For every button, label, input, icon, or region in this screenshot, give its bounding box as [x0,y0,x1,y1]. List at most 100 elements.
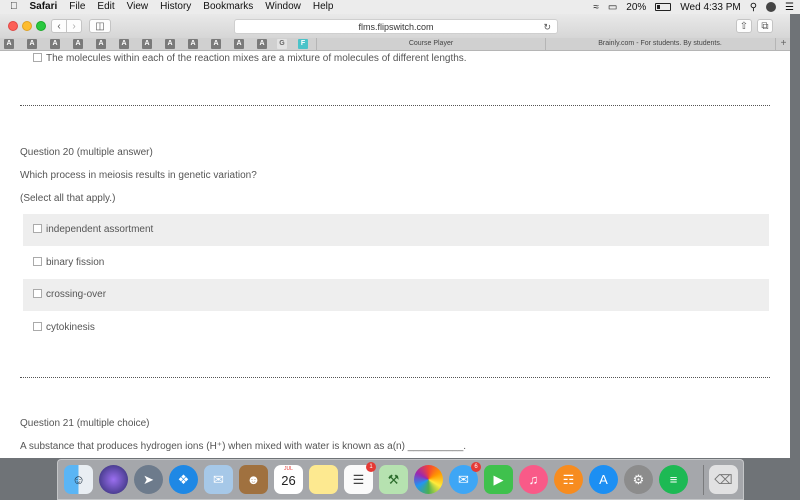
checkbox[interactable] [33,52,42,62]
sidebar-icon: ◫ [95,21,105,32]
safari-dock-icon[interactable]: ❖ [169,465,198,494]
reminders-badge: 1 [366,462,376,472]
question-divider [20,105,770,106]
app-store-icon[interactable]: A [589,465,618,494]
safari-window: ‹ › ◫ flms.flipswitch.com ↻ ⇧ ⧉ A A A A … [0,14,790,458]
apple-menu-icon[interactable]:  [0,0,24,14]
forward-button[interactable]: › [66,19,82,33]
calendar-month: JUL [284,466,293,472]
reminders-icon[interactable]: ☰ 1 [344,462,376,494]
menu-file[interactable]: File [63,0,91,14]
dock: ☺ ➤ ❖ ✉ ☻ JUL 26 ☰ 1 ⚒ ✉ 6 ▶ ♫ ☶ A ⚙ ≡ ⌫ [57,459,744,500]
close-window-button[interactable] [8,21,18,31]
spotlight-icon[interactable]: ⚲ [750,2,757,13]
battery-percent[interactable]: 20% [626,2,646,13]
finder-icon[interactable]: ☺ [64,465,93,494]
menu-edit[interactable]: Edit [91,0,120,14]
clock[interactable]: Wed 4:33 PM [680,2,740,13]
new-tab-button[interactable]: + [775,38,790,50]
previous-answer-option[interactable]: The molecules within each of the reactio… [33,52,467,64]
checkbox[interactable] [33,223,42,233]
sidebar-button[interactable]: ◫ [89,19,111,33]
notification-center-icon[interactable]: ☰ [785,2,794,13]
facetime-icon[interactable]: ▶ [484,465,513,494]
menu-view[interactable]: View [121,0,155,14]
answer-option-independent-assortment[interactable]: independent assortment [23,214,769,246]
question-20-prompt: Which process in meiosis results in gene… [20,170,257,181]
web-content: The molecules within each of the reactio… [0,51,790,458]
answer-option-crossing-over[interactable]: crossing-over [23,279,769,311]
messages-badge: 6 [471,462,481,472]
battery-icon[interactable] [655,2,672,13]
favorite-google[interactable]: G [277,39,287,49]
contacts-icon[interactable]: ☻ [239,465,268,494]
favorite-bookmark-11[interactable]: A [234,39,244,49]
browser-toolbar: ‹ › ◫ flms.flipswitch.com ↻ ⇧ ⧉ [0,14,790,39]
menu-window[interactable]: Window [259,0,307,14]
back-button[interactable]: ‹ [51,19,67,33]
menu-bookmarks[interactable]: Bookmarks [197,0,259,14]
calendar-icon[interactable]: JUL 26 [274,465,303,494]
trash-icon[interactable]: ⌫ [709,465,738,494]
minimize-window-button[interactable] [22,21,32,31]
dock-separator [703,465,704,495]
checkbox[interactable] [33,288,42,298]
question-21-prompt: A substance that produces hydrogen ions … [20,441,467,452]
favorite-bookmark-4[interactable]: A [73,39,83,49]
favorite-bookmark-8[interactable]: A [165,39,175,49]
favorite-bookmark-9[interactable]: A [188,39,198,49]
previous-answer-label: The molecules within each of the reactio… [46,53,467,64]
share-button[interactable]: ⇧ [736,19,752,33]
tab-brainly[interactable]: Brainly.com - For students. By students. [545,38,774,50]
menu-help[interactable]: Help [307,0,340,14]
answer-option-binary-fission[interactable]: binary fission [23,247,769,279]
photos-icon[interactable] [414,465,443,494]
launchpad-icon[interactable]: ➤ [134,465,163,494]
show-tabs-button[interactable]: ⧉ [757,19,773,33]
books-icon[interactable]: ☶ [554,465,583,494]
menu-app-name[interactable]: Safari [24,0,64,14]
checkbox[interactable] [33,256,42,266]
favorite-bookmark-2[interactable]: A [27,39,37,49]
messages-icon[interactable]: ✉ 6 [449,462,481,494]
answer-option-label: crossing-over [46,289,107,300]
address-bar[interactable]: flms.flipswitch.com ↻ [234,19,558,34]
siri-icon[interactable] [766,1,777,13]
reload-icon[interactable]: ↻ [543,20,551,34]
mail-icon[interactable]: ✉ [204,465,233,494]
answer-option-label: cytokinesis [46,322,95,333]
favorite-flipswitch[interactable]: F [298,39,308,49]
favorites-and-tabs-bar: A A A A A A A A A A A A G F Course Playe… [0,38,790,51]
favorite-bookmark-7[interactable]: A [142,39,152,49]
system-preferences-icon[interactable]: ⚙ [624,465,653,494]
chevron-left-icon: ‹ [57,21,61,32]
tab-course-player[interactable]: Course Player [316,38,545,50]
notes-icon[interactable] [309,465,338,494]
favorite-bookmark-3[interactable]: A [50,39,60,49]
calendar-day: 26 [281,473,296,488]
checkbox[interactable] [33,321,42,331]
zoom-window-button[interactable] [36,21,46,31]
spotify-icon[interactable]: ≡ [659,465,688,494]
answer-option-label: binary fission [46,257,105,268]
airplay-icon[interactable]: ▭ [608,2,617,13]
chevron-right-icon: › [72,21,76,32]
favorite-bookmark-5[interactable]: A [96,39,106,49]
question-divider [20,377,770,378]
address-bar-url: flms.flipswitch.com [358,22,434,32]
favorite-bookmark-12[interactable]: A [257,39,267,49]
favorite-bookmark-10[interactable]: A [211,39,221,49]
share-icon: ⇧ [739,21,749,32]
answer-option-cytokinesis[interactable]: cytokinesis [23,312,769,344]
tabs-icon: ⧉ [761,21,769,32]
favorite-bookmark-6[interactable]: A [119,39,129,49]
wifi-icon[interactable]: ≈ [593,2,599,13]
favorite-bookmark-1[interactable]: A [4,39,14,49]
siri-dock-icon[interactable] [99,465,128,494]
maps-icon[interactable]: ⚒ [379,465,408,494]
menu-history[interactable]: History [154,0,197,14]
quiz-frame: The molecules within each of the reactio… [11,51,779,458]
question-20-header: Question 20 (multiple answer) [20,147,153,158]
music-icon[interactable]: ♫ [519,465,548,494]
question-21-header: Question 21 (multiple choice) [20,418,150,429]
